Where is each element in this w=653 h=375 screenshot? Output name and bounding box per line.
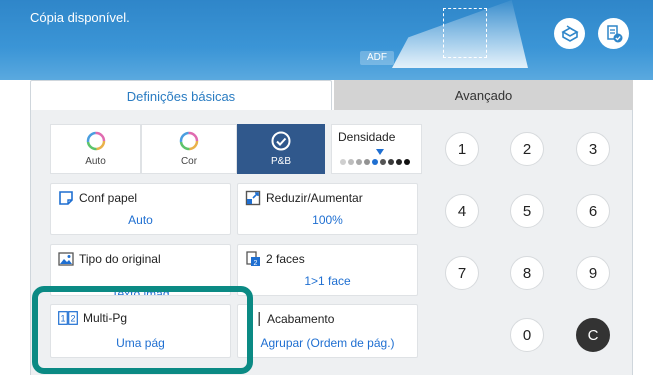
svg-text:2: 2: [254, 260, 258, 267]
key-0[interactable]: 0: [510, 318, 544, 352]
density-dot: [356, 159, 362, 165]
key-1[interactable]: 1: [445, 132, 479, 166]
settings-panel: Auto Cor P&B Densidade Conf papel Auto R…: [30, 110, 633, 375]
document-outline: [443, 8, 487, 58]
density-title: Densidade: [338, 130, 396, 144]
multipage-icon: 1 2: [58, 311, 78, 325]
color-ring-icon: [86, 131, 105, 151]
multipage-title: Multi-Pg: [83, 311, 128, 325]
original-type-value: Texto imag: [111, 287, 170, 296]
tab-basic-settings[interactable]: Definições básicas: [30, 80, 332, 111]
color-bw-label: P&B: [270, 156, 291, 167]
adf-label: ADF: [360, 51, 394, 65]
color-full-label: Cor: [180, 156, 198, 167]
preview-button[interactable]: [554, 18, 585, 49]
density-dot: [348, 159, 354, 165]
multipage-value: Uma pág: [116, 336, 165, 350]
finishing-title: Acabamento: [267, 312, 335, 326]
tab-advanced[interactable]: Avançado: [334, 80, 633, 110]
settings-tabs: Definições básicas Avançado: [30, 80, 633, 111]
color-bw-button[interactable]: P&B: [237, 124, 325, 174]
zoom-value: 100%: [312, 213, 343, 227]
zoom-setting-card[interactable]: Reduzir/Aumentar 100%: [237, 183, 418, 235]
density-control[interactable]: Densidade: [331, 124, 422, 174]
paper-icon: [59, 191, 73, 205]
key-4[interactable]: 4: [445, 194, 479, 228]
key-7[interactable]: 7: [445, 256, 479, 290]
original-type-card[interactable]: Tipo do original Texto imag: [50, 244, 231, 296]
density-dot: [380, 159, 386, 165]
zoom-title: Reduzir/Aumentar: [266, 191, 363, 205]
density-marker-icon: [376, 149, 384, 155]
two-sided-icon: 2: [246, 251, 260, 267]
color-ring-icon: [179, 131, 199, 151]
density-dot: [372, 159, 378, 165]
image-icon: [58, 252, 74, 266]
density-dot: [388, 159, 394, 165]
density-dot: [364, 159, 370, 165]
svg-text:1: 1: [60, 314, 65, 324]
paper-title: Conf papel: [79, 191, 138, 205]
header-bar: Cópia disponível. ADF: [0, 0, 653, 80]
clear-button[interactable]: C: [576, 318, 610, 352]
key-3[interactable]: 3: [576, 132, 610, 166]
multipage-setting-card[interactable]: 1 2 Multi-Pg Uma pág: [50, 304, 231, 358]
color-auto-label: Auto: [85, 156, 106, 167]
finishing-value: Agrupar (Ordem de pág.): [260, 336, 395, 350]
color-auto-button[interactable]: Auto: [50, 124, 141, 174]
key-6[interactable]: 6: [576, 194, 610, 228]
finishing-icon: [258, 312, 260, 326]
finishing-setting-card[interactable]: Acabamento Agrupar (Ordem de pág.): [237, 304, 418, 358]
key-8[interactable]: 8: [510, 256, 544, 290]
density-dot: [404, 159, 410, 165]
svg-text:2: 2: [70, 314, 75, 324]
key-9[interactable]: 9: [576, 256, 610, 290]
original-type-title: Tipo do original: [79, 252, 161, 266]
duplex-setting-card[interactable]: 2 2 faces 1>1 face: [237, 244, 418, 296]
density-dot: [396, 159, 402, 165]
presets-button[interactable]: [598, 18, 629, 49]
duplex-title: 2 faces: [266, 252, 305, 266]
checkmark-icon: [271, 131, 291, 151]
copy-screen: Cópia disponível. ADF Definições básicas…: [0, 0, 653, 375]
duplex-value: 1>1 face: [304, 274, 351, 288]
key-5[interactable]: 5: [510, 194, 544, 228]
density-dot: [340, 159, 346, 165]
density-scale: [340, 159, 410, 165]
paper-value: Auto: [128, 213, 153, 227]
color-full-button[interactable]: Cor: [141, 124, 237, 174]
paper-setting-card[interactable]: Conf papel Auto: [50, 183, 231, 235]
status-text: Cópia disponível.: [30, 10, 130, 25]
key-2[interactable]: 2: [510, 132, 544, 166]
resize-icon: [245, 190, 261, 206]
preview-icon: [560, 24, 579, 42]
document-settings-icon: [606, 24, 622, 42]
